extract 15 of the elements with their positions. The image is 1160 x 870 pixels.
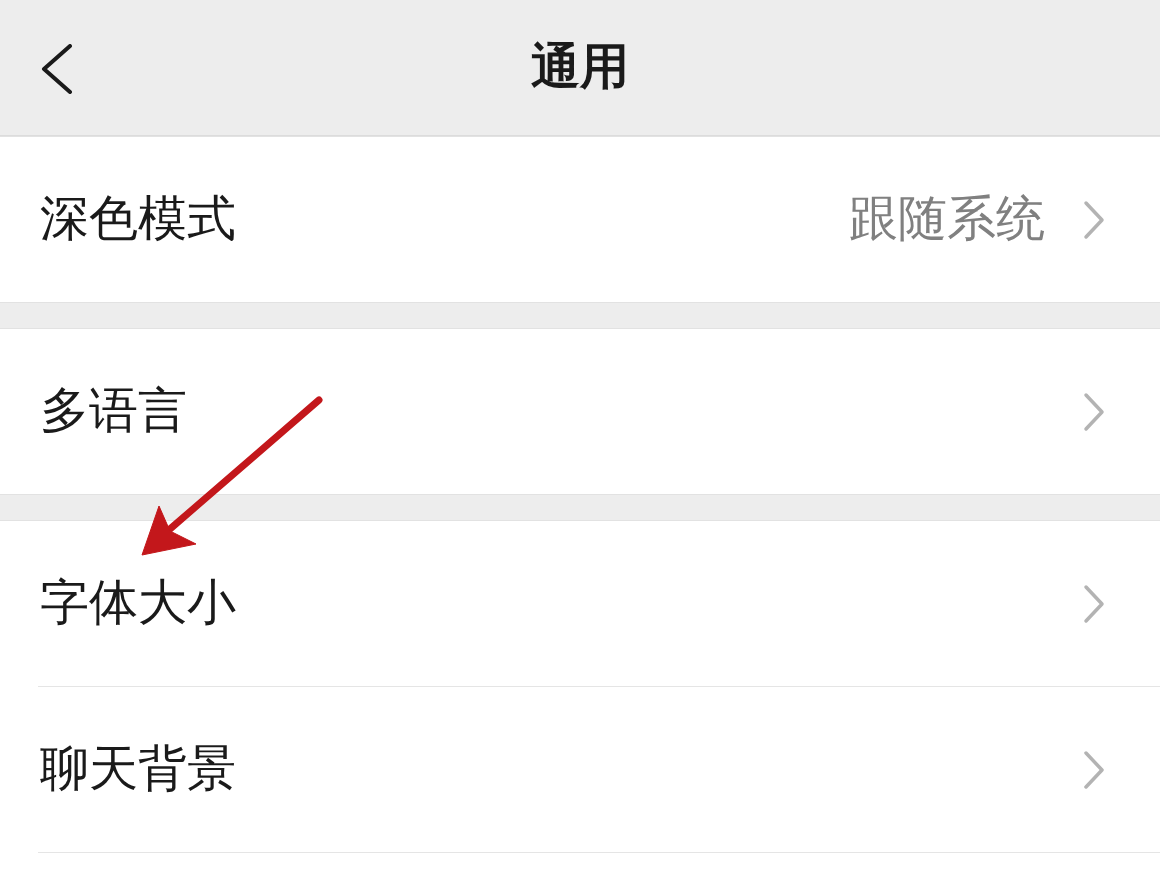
item-label: 字体大小 <box>40 574 236 633</box>
page-title: 通用 <box>531 38 629 97</box>
settings-item[interactable]: 聊天背景 <box>0 687 1160 852</box>
settings-item[interactable]: 深色模式 跟随系统 <box>0 137 1160 302</box>
chevron-right-icon <box>1083 583 1105 624</box>
settings-item[interactable]: 字体大小 <box>0 521 1160 686</box>
chevron-right-icon <box>1083 391 1105 432</box>
back-icon <box>40 44 74 94</box>
item-label: 深色模式 <box>40 190 236 249</box>
settings-item[interactable]: 多语言 <box>0 329 1160 494</box>
item-label: 聊天背景 <box>40 740 236 799</box>
item-label: 多语言 <box>40 382 187 441</box>
chevron-right-icon <box>1083 199 1105 240</box>
item-value: 跟随系统 <box>849 190 1045 249</box>
chevron-right-icon <box>1083 749 1105 790</box>
